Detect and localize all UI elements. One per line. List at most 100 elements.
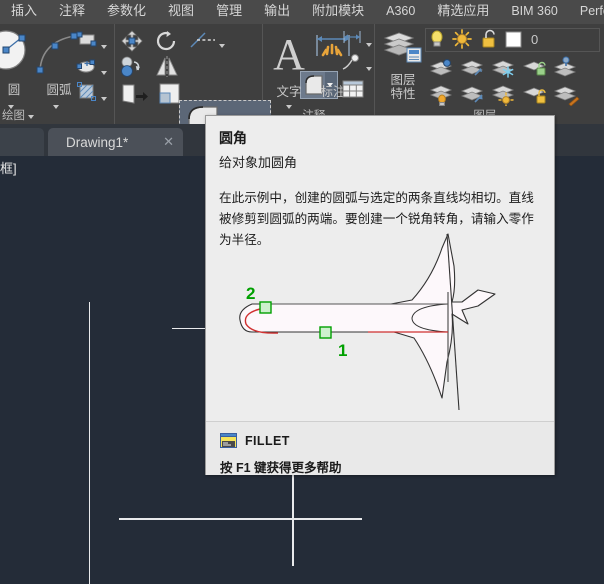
chevron-down-icon <box>219 44 225 48</box>
svg-text:A: A <box>273 30 305 76</box>
linear-dimension-icon <box>341 30 363 46</box>
ribbon-tab-annotate[interactable]: 注释 <box>48 1 96 24</box>
tooltip-title: 圆角 <box>219 128 247 148</box>
text-icon: A <box>265 30 313 76</box>
pick-marker-1-label: 1 <box>338 341 347 360</box>
ribbon-tab-insert[interactable]: 插入 <box>0 1 48 24</box>
ribbon-panel-draw: 圆 圆弧 <box>0 24 115 124</box>
drawing-line-vertical-left <box>89 302 90 584</box>
layer-merge-icon <box>552 82 580 106</box>
layer-thaw-icon <box>459 82 485 106</box>
copy-icon <box>120 56 144 78</box>
panel-expand-icon[interactable] <box>28 115 34 119</box>
layer-off-tool[interactable] <box>459 56 485 83</box>
layer-freeze-tool[interactable] <box>490 56 516 83</box>
layer-unlock-icon <box>521 82 547 106</box>
crosshair-horizontal <box>119 518 362 520</box>
copy-tool[interactable] <box>120 56 144 83</box>
ellipse-dropdown[interactable] <box>101 62 107 80</box>
fillet-example-drawing: 2 1 <box>216 232 546 422</box>
layer-off-icon <box>459 56 485 78</box>
ribbon-panel-layers: 图层 特性 <box>375 24 604 124</box>
ribbon-tab-manage[interactable]: 管理 <box>205 1 253 24</box>
pick-marker-2 <box>260 302 271 313</box>
layer-properties-label: 图层 特性 <box>379 73 427 101</box>
tooltip-subtitle: 给对象加圆角 <box>219 152 297 171</box>
layer-status-bar[interactable]: 0 <box>425 28 600 52</box>
layer-lock-icon <box>521 56 547 78</box>
hatch-icon <box>76 82 98 102</box>
text-tool[interactable]: A 文字 <box>265 30 313 100</box>
ellipse-icon <box>76 57 98 75</box>
hatch-tool[interactable] <box>76 82 98 107</box>
chevron-down-icon <box>101 97 107 101</box>
move-tool[interactable] <box>120 30 144 57</box>
chevron-down-icon <box>366 67 372 71</box>
trim-icon <box>189 30 217 52</box>
ribbon-tab-performance[interactable]: Performance <box>569 1 604 24</box>
fillet-tooltip: 圆角 给对象加圆角 在此示例中，创建的圆弧与选定的两条直线均相切。直线被修剪到圆… <box>205 115 555 475</box>
command-line-icon <box>220 433 237 448</box>
pick-marker-1 <box>320 327 331 338</box>
document-tab-start[interactable] <box>0 128 44 156</box>
trim-tool[interactable] <box>189 30 217 57</box>
hatch-dropdown[interactable] <box>101 88 107 106</box>
table-icon <box>341 79 365 99</box>
ellipse-tool[interactable] <box>76 57 98 80</box>
document-tab-drawing1[interactable]: Drawing1* ✕ <box>48 128 183 156</box>
document-tab-label: Drawing1* <box>66 135 128 150</box>
ribbon-tab-featured-apps[interactable]: 精选应用 <box>426 1 500 24</box>
ribbon-tab-parametric[interactable]: 参数化 <box>96 1 157 24</box>
ribbon-tab-view[interactable]: 视图 <box>157 1 205 24</box>
rectangle-icon <box>76 31 98 49</box>
ribbon-tab-bar: 插入 注释 参数化 视图 管理 输出 附加模块 A360 精选应用 BIM 36… <box>0 0 604 25</box>
layer-turn-on-icon <box>428 82 454 106</box>
layer-unfreeze-icon <box>490 82 516 106</box>
tooltip-footer: FILLET 按 F1 键获得更多帮助 <box>206 422 554 475</box>
rotate-icon <box>155 30 179 52</box>
leader-tool[interactable] <box>341 53 363 76</box>
rectangle-dropdown[interactable] <box>101 36 107 54</box>
stretch-icon <box>120 82 148 106</box>
ribbon-tab-output[interactable]: 输出 <box>253 1 301 24</box>
trim-dropdown[interactable] <box>219 35 225 53</box>
layer-make-current-tool[interactable] <box>552 56 578 83</box>
rectangle-tool[interactable] <box>76 31 98 54</box>
mirror-tool[interactable] <box>155 56 179 83</box>
autocad-window: 插入 注释 参数化 视图 管理 输出 附加模块 A360 精选应用 BIM 36… <box>0 0 604 584</box>
move-icon <box>120 30 144 52</box>
mirror-icon <box>155 56 179 78</box>
linear-dim-tool[interactable] <box>341 30 363 51</box>
layer-status-icons <box>426 29 596 51</box>
layer-isolate-icon <box>428 56 454 78</box>
layer-isolate-tool[interactable] <box>428 56 454 83</box>
chevron-down-icon <box>366 43 372 47</box>
pick-marker-2-label: 2 <box>246 284 255 303</box>
close-icon[interactable]: ✕ <box>163 134 174 150</box>
linear-dim-dropdown[interactable] <box>366 34 372 52</box>
ribbon-panels: 圆 圆弧 <box>0 24 604 125</box>
tooltip-command-name: FILLET <box>245 434 290 448</box>
table-tool[interactable] <box>341 79 365 104</box>
leader-icon <box>341 53 363 71</box>
ribbon-tab-a360[interactable]: A360 <box>375 1 426 24</box>
chevron-down-icon <box>101 71 107 75</box>
ribbon-tab-addins[interactable]: 附加模块 <box>301 1 375 24</box>
panel-title-draw: 绘图 <box>0 107 116 123</box>
tooltip-help-hint: 按 F1 键获得更多帮助 <box>220 457 342 476</box>
ribbon-panel-annotation: A 文字 标注 <box>263 24 375 124</box>
layer-make-current-icon <box>552 56 578 78</box>
leader-dropdown[interactable] <box>366 58 372 76</box>
current-layer-name: 0 <box>531 32 538 47</box>
tooltip-illustration: 2 1 <box>216 232 546 422</box>
rotate-tool[interactable] <box>155 30 179 57</box>
layers-stack-icon <box>379 28 427 68</box>
viewport-label[interactable]: 框] <box>0 158 17 177</box>
layer-properties-tool[interactable]: 图层 特性 <box>379 28 427 101</box>
tooltip-command-row: FILLET <box>220 433 290 448</box>
crosshair-vertical <box>292 470 294 566</box>
layer-freeze-icon <box>490 56 516 78</box>
layer-lock-tool[interactable] <box>521 56 547 83</box>
chevron-down-icon <box>101 45 107 49</box>
ribbon-tab-bim360[interactable]: BIM 360 <box>500 1 569 24</box>
